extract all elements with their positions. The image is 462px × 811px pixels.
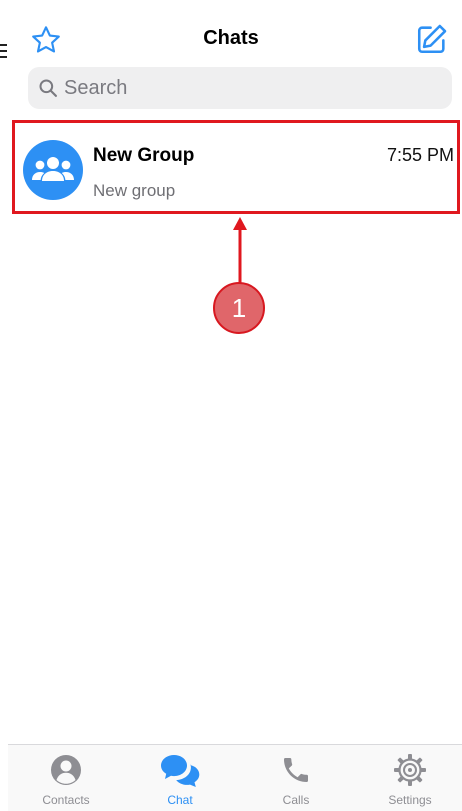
phone-icon <box>284 758 308 782</box>
search-bar[interactable] <box>28 67 452 109</box>
search-icon <box>39 79 58 97</box>
person-icon <box>51 755 81 785</box>
tab-calls[interactable]: Calls <box>246 751 346 807</box>
search-input[interactable] <box>64 76 424 100</box>
gear-icon <box>394 754 426 786</box>
group-avatar <box>23 140 83 200</box>
page-title: Chats <box>203 27 259 49</box>
chats-screen: Chats New Group 7:55 PM New group <box>0 0 462 811</box>
chat-name: New Group <box>93 145 195 166</box>
tab-label: Chat <box>167 793 193 807</box>
chat-bubbles-icon <box>161 755 200 787</box>
tab-contacts[interactable]: Contacts <box>16 751 116 807</box>
chat-preview: New group <box>93 181 176 200</box>
tab-label: Contacts <box>42 793 90 807</box>
step-marker: 1 <box>213 282 265 334</box>
group-icon <box>32 157 74 181</box>
compose-button[interactable] <box>413 20 451 58</box>
tab-label: Settings <box>388 793 432 807</box>
chat-row-new-group[interactable]: New Group 7:55 PM New group <box>12 120 460 214</box>
tab-bar: Contacts Chat Calls Settings <box>8 744 462 811</box>
compose-icon <box>417 24 447 54</box>
annotation-arrow <box>233 217 247 284</box>
chat-timestamp: 7:55 PM <box>386 145 454 165</box>
tab-chat[interactable]: Chat <box>130 751 230 807</box>
tab-settings[interactable]: Settings <box>360 751 460 807</box>
tab-label: Calls <box>282 793 310 807</box>
